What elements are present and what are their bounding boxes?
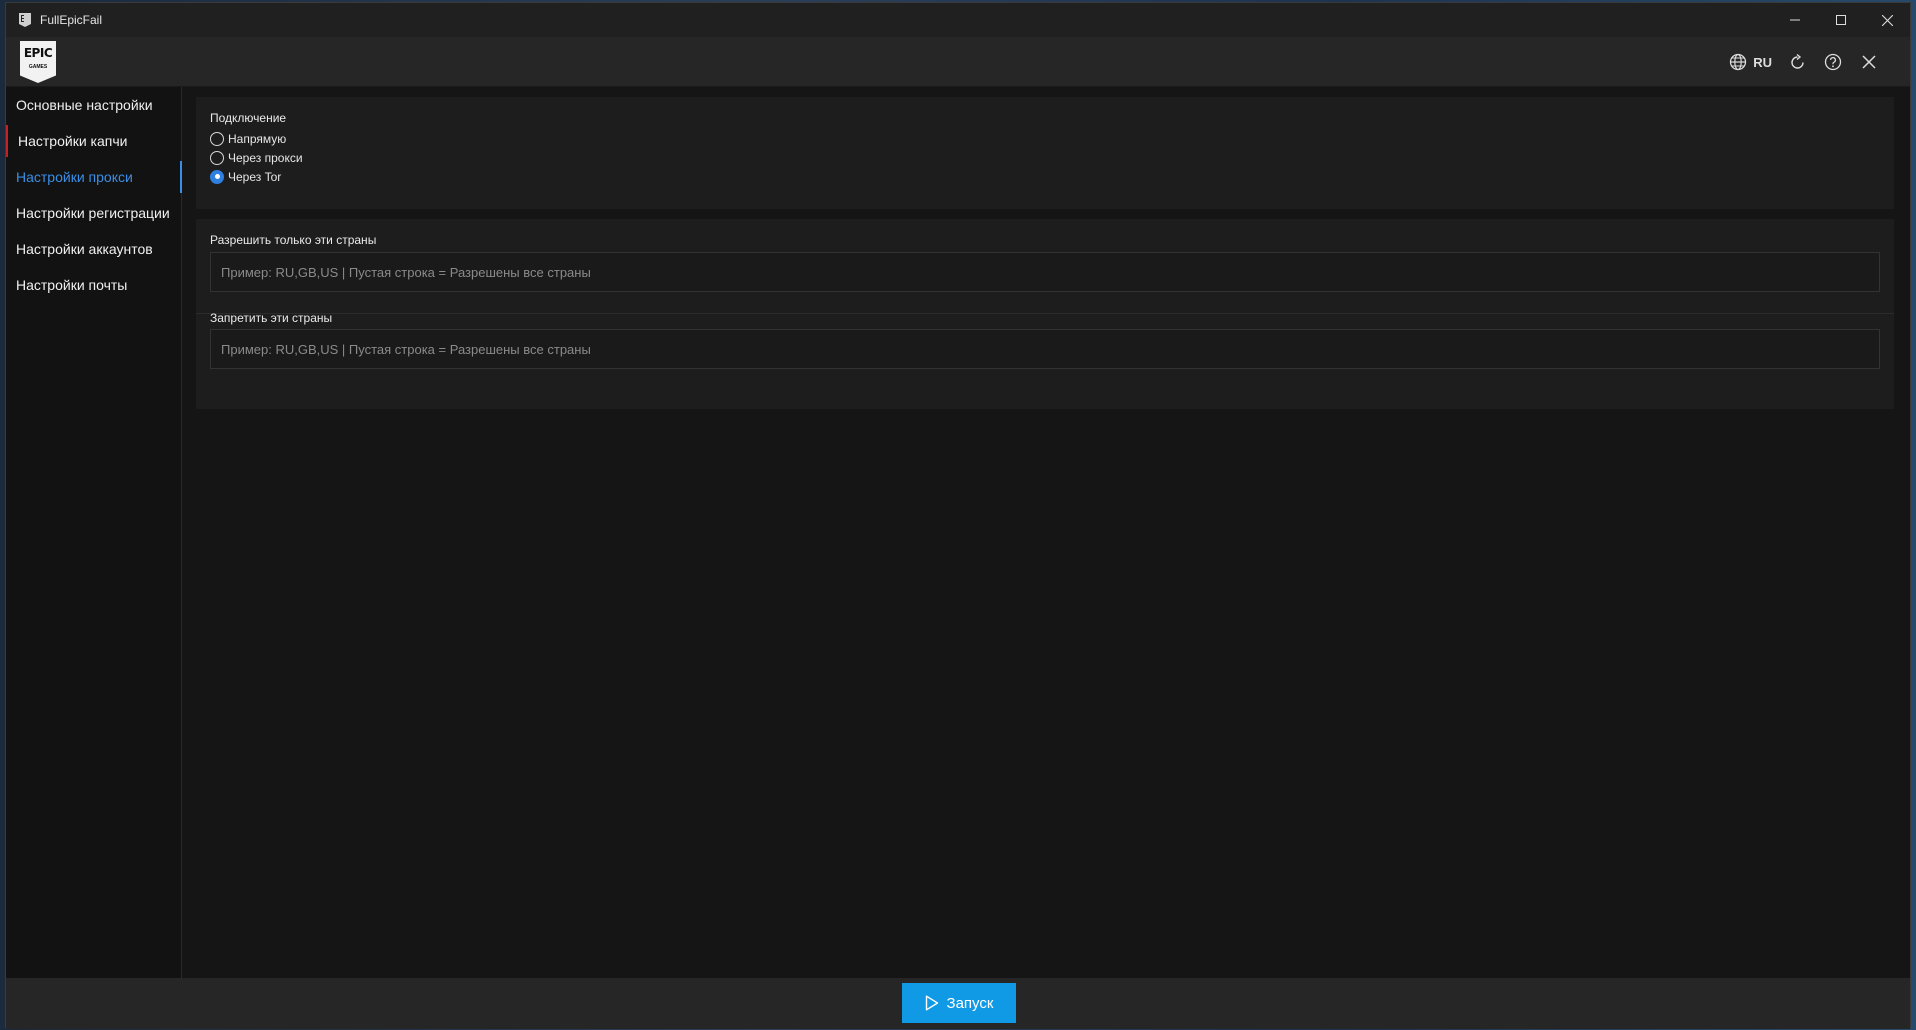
language-label: RU — [1753, 54, 1772, 70]
run-button-label: Запуск — [946, 994, 994, 1012]
radio-tor[interactable]: Через Tor — [210, 167, 303, 186]
help-icon — [1824, 53, 1842, 71]
connection-label: Подключение — [210, 111, 287, 125]
refresh-button[interactable] — [1786, 51, 1808, 73]
radio-proxy-indicator — [210, 150, 224, 165]
connection-panel: Подключение Напрямую Через прокси Через … — [196, 97, 1894, 209]
window-close-button[interactable] — [1864, 3, 1910, 37]
app-close-button[interactable] — [1858, 51, 1880, 73]
sidebar-item-accounts[interactable]: Настройки аккаунтов — [6, 231, 181, 267]
app-header: EPIC GAMES RU — [6, 37, 1910, 87]
app-window: FullEpicFail EPIC GAMES RU Основные наст… — [5, 2, 1911, 1029]
help-button[interactable] — [1822, 51, 1844, 73]
sidebar: Основные настройки Настройки капчи Настр… — [6, 87, 182, 978]
sidebar-item-captcha[interactable]: Настройки капчи — [6, 123, 181, 159]
maximize-icon — [1836, 15, 1846, 25]
sidebar-item-registration[interactable]: Настройки регистрации — [6, 195, 181, 231]
run-button[interactable]: Запуск — [902, 983, 1016, 1023]
countries-panel: Разрешить только эти страны Запретить эт… — [196, 219, 1894, 409]
radio-proxy-label: Через прокси — [228, 150, 303, 165]
globe-icon — [1730, 53, 1747, 71]
radio-tor-label: Через Tor — [228, 169, 282, 184]
sidebar-item-mail[interactable]: Настройки почты — [6, 267, 181, 303]
play-icon — [925, 995, 938, 1011]
allow-countries-label: Разрешить только эти страны — [210, 233, 377, 247]
app-icon — [18, 13, 32, 27]
radio-direct[interactable]: Напрямую — [210, 129, 303, 148]
radio-proxy[interactable]: Через прокси — [210, 148, 303, 167]
window-close-icon — [1881, 14, 1893, 26]
deny-countries-label: Запретить эти страны — [210, 311, 333, 325]
radio-tor-indicator — [210, 169, 224, 184]
epic-games-logo: EPIC GAMES — [20, 41, 56, 83]
footer-bar: Запуск — [6, 978, 1910, 1029]
sidebar-item-proxy[interactable]: Настройки прокси — [6, 159, 182, 195]
title-bar: FullEpicFail — [6, 3, 1910, 37]
window-title: FullEpicFail — [40, 13, 103, 27]
radio-direct-indicator — [210, 131, 224, 146]
refresh-icon — [1790, 53, 1804, 69]
deny-countries-input[interactable] — [210, 329, 1880, 369]
sidebar-item-general[interactable]: Основные настройки — [6, 87, 181, 123]
language-selector[interactable]: RU — [1729, 53, 1772, 71]
logo-text-top: EPIC — [23, 46, 53, 60]
panel-divider — [196, 313, 1894, 314]
logo-text-bottom: GAMES — [28, 64, 48, 70]
main-content: Подключение Напрямую Через прокси Через … — [182, 87, 1910, 978]
minimize-button[interactable] — [1772, 3, 1818, 37]
allow-countries-input[interactable] — [210, 252, 1880, 292]
close-icon — [1862, 55, 1876, 69]
minimize-icon — [1790, 19, 1800, 21]
maximize-button[interactable] — [1818, 3, 1864, 37]
radio-direct-label: Напрямую — [228, 131, 287, 146]
